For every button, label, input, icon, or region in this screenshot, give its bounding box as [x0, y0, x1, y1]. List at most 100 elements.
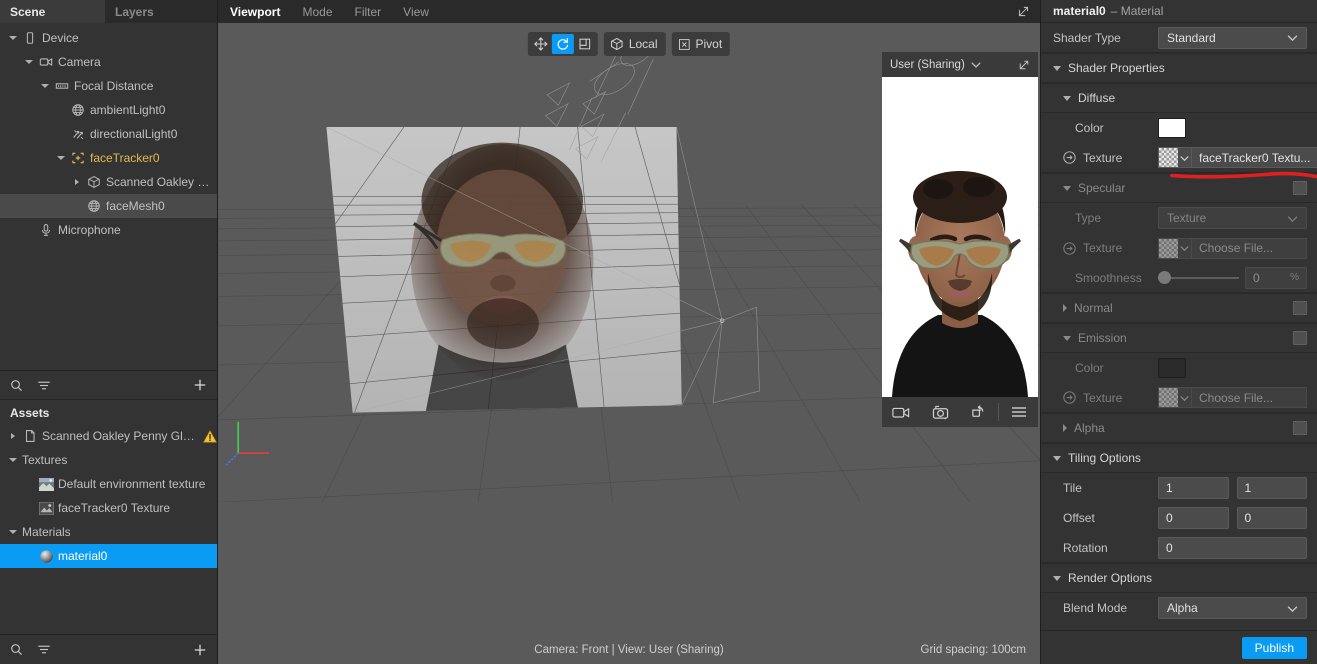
- rotate-tool[interactable]: [551, 34, 574, 54]
- chevron-down-icon: [1287, 35, 1298, 41]
- emission-texture-value[interactable]: Choose File...: [1192, 387, 1307, 408]
- smoothness-slider[interactable]: [1158, 268, 1239, 288]
- capture-photo-button[interactable]: [921, 405, 960, 420]
- assets-item-materials[interactable]: Materials: [0, 520, 217, 544]
- smoothness-value: 0: [1253, 270, 1260, 285]
- scene-panel-toolbar: [0, 370, 217, 400]
- publish-button[interactable]: Publish: [1241, 636, 1307, 659]
- section-shader-properties[interactable]: Shader Properties: [1041, 53, 1317, 83]
- preview-device-label[interactable]: User (Sharing): [890, 59, 965, 71]
- popout-icon[interactable]: [1017, 5, 1030, 18]
- tile-y-field[interactable]: 1: [1236, 477, 1307, 499]
- preview-header: User (Sharing): [882, 52, 1038, 77]
- section-emission[interactable]: Emission: [1041, 323, 1317, 353]
- assets-item-default-environment-texture[interactable]: Default environment texture: [0, 472, 217, 496]
- specular-type-label: Type: [1075, 211, 1102, 225]
- section-alpha[interactable]: Alpha: [1041, 413, 1317, 443]
- scene-tree-item-device[interactable]: Device: [0, 26, 217, 50]
- emission-color-swatch[interactable]: [1158, 358, 1186, 378]
- menu-viewport[interactable]: Viewport: [230, 5, 280, 19]
- section-normal-label: Normal: [1074, 301, 1113, 315]
- section-diffuse[interactable]: Diffuse: [1041, 83, 1317, 113]
- scene-tree-item-microphone[interactable]: Microphone: [0, 218, 217, 242]
- tile-x-field[interactable]: 1: [1158, 477, 1229, 499]
- chevron-down-icon[interactable]: [6, 448, 20, 472]
- scale-tool[interactable]: [574, 34, 596, 54]
- menu-view[interactable]: View: [403, 5, 429, 19]
- diffuse-texture-chip[interactable]: [1158, 147, 1192, 168]
- preview-menu-button[interactable]: [999, 406, 1038, 418]
- viewport-3d-stage[interactable]: Local Pivot Camera: Front | View: User (…: [218, 23, 1040, 664]
- coordinate-space-toggle[interactable]: Local: [603, 32, 666, 56]
- rotation-field[interactable]: 0: [1158, 536, 1307, 559]
- filter-icon[interactable]: [37, 379, 51, 392]
- specular-texture-value[interactable]: Choose File...: [1192, 237, 1307, 259]
- blend-mode-value: Alpha: [1167, 601, 1198, 615]
- scene-tree-item-facetracker0[interactable]: faceTracker0: [0, 146, 217, 170]
- specular-texture-chip[interactable]: [1158, 237, 1192, 259]
- assets-item-material0[interactable]: material0: [0, 544, 217, 568]
- menu-filter[interactable]: Filter: [355, 5, 382, 19]
- scene-tree-item-focal-distance[interactable]: Focal Distance: [0, 74, 217, 98]
- section-render-options[interactable]: Render Options: [1041, 563, 1317, 593]
- filter-icon[interactable]: [37, 643, 51, 656]
- chevron-right-icon[interactable]: [70, 170, 84, 194]
- blend-mode-select[interactable]: Alpha: [1158, 597, 1307, 619]
- popout-icon[interactable]: [1018, 59, 1030, 71]
- diffuse-texture-row: Texture faceTracker0 Textu...: [1041, 143, 1317, 173]
- scene-tree-item-facemesh0[interactable]: faceMesh0: [0, 194, 217, 218]
- chevron-down-icon[interactable]: [22, 50, 36, 74]
- scene-tree-item-directionallight0[interactable]: directionalLight0: [0, 122, 217, 146]
- emission-texture-chip[interactable]: [1158, 387, 1192, 408]
- normal-enable-toggle[interactable]: [1293, 301, 1307, 315]
- section-diffuse-label: Diffuse: [1078, 91, 1116, 105]
- rotation-label: Rotation: [1063, 540, 1108, 555]
- alpha-enable-toggle[interactable]: [1293, 421, 1307, 435]
- assets-item-textures[interactable]: Textures: [0, 448, 217, 472]
- offset-x-field[interactable]: 0: [1158, 507, 1229, 529]
- chevron-down-icon[interactable]: [6, 26, 20, 50]
- file-icon: [20, 424, 40, 448]
- translate-tool[interactable]: [530, 34, 552, 54]
- search-icon[interactable]: [10, 643, 23, 656]
- chevron-right-icon[interactable]: [6, 424, 20, 448]
- chevron-down-icon[interactable]: [6, 520, 20, 544]
- scene-tree-item-ambientlight0[interactable]: ambientLight0: [0, 98, 217, 122]
- emission-enable-toggle[interactable]: [1293, 331, 1307, 345]
- reset-button[interactable]: [960, 404, 999, 420]
- pivot-toggle[interactable]: Pivot: [671, 32, 731, 56]
- offset-y-field[interactable]: 0: [1236, 507, 1307, 529]
- preview-window: User (Sharing): [882, 52, 1038, 427]
- smoothness-value-field[interactable]: 0 %: [1245, 266, 1307, 289]
- record-video-button[interactable]: [882, 406, 921, 419]
- chevron-down-icon: [1180, 395, 1189, 401]
- emission-texture-row: Texture Choose File...: [1041, 383, 1317, 413]
- assets-item-label: Scanned Oakley Penny Glasses: [42, 429, 196, 443]
- tab-layers[interactable]: Layers: [105, 0, 210, 23]
- tab-scene[interactable]: Scene: [0, 0, 105, 23]
- assets-item-scanned-oakley-penny-glasses[interactable]: Scanned Oakley Penny Glasses: [0, 424, 217, 448]
- chevron-down-icon[interactable]: [38, 74, 52, 98]
- plus-icon[interactable]: [193, 378, 207, 392]
- chevron-down-icon[interactable]: [54, 146, 68, 170]
- menu-mode[interactable]: Mode: [302, 5, 332, 19]
- face-tracker-icon: [68, 146, 88, 170]
- diffuse-texture-value[interactable]: faceTracker0 Textu...: [1192, 147, 1317, 168]
- blend-mode-row: Blend Mode Alpha: [1041, 593, 1317, 623]
- assets-item-facetracker0-texture[interactable]: faceTracker0 Texture: [0, 496, 217, 520]
- search-icon[interactable]: [10, 379, 23, 392]
- section-normal[interactable]: Normal: [1041, 293, 1317, 323]
- section-specular[interactable]: Specular: [1041, 173, 1317, 203]
- section-tiling-options[interactable]: Tiling Options: [1041, 443, 1317, 473]
- preview-render[interactable]: [882, 77, 1038, 397]
- scene-tree-item-camera[interactable]: Camera: [0, 50, 217, 74]
- chevron-down-icon[interactable]: [971, 61, 981, 68]
- emission-color-row: Color: [1041, 353, 1317, 383]
- scene-tree-item-scanned-oakley-penny-gl[interactable]: Scanned Oakley Penny Gl...: [0, 170, 217, 194]
- specular-type-select[interactable]: Texture: [1158, 207, 1307, 229]
- diffuse-color-swatch[interactable]: [1158, 118, 1186, 138]
- scene-tree-item-label: Focal Distance: [74, 79, 154, 93]
- shader-type-select[interactable]: Standard: [1158, 26, 1307, 49]
- specular-enable-toggle[interactable]: [1293, 181, 1307, 195]
- plus-icon[interactable]: [193, 643, 207, 657]
